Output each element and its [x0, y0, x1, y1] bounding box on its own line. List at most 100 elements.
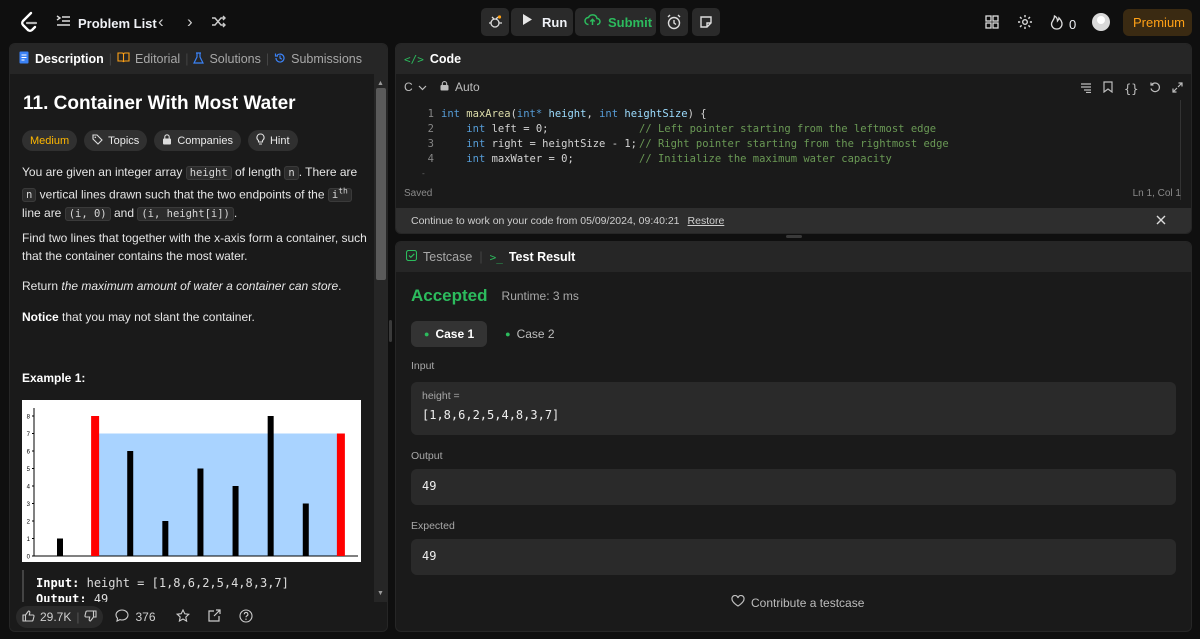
- play-icon: [522, 13, 533, 31]
- hint-label: Hint: [269, 134, 290, 147]
- alarm-clock-icon: [666, 14, 682, 35]
- auto-mode-toggle[interactable]: Auto: [440, 80, 480, 94]
- tab-case-1[interactable]: ● Case 1: [411, 321, 488, 347]
- bar-7: [302, 503, 309, 556]
- run-button[interactable]: Run: [511, 8, 573, 36]
- problem-paragraph-2: Find two lines that together with the x-…: [22, 231, 367, 263]
- chevron-down-icon: [418, 80, 427, 94]
- language-select[interactable]: C: [404, 80, 427, 94]
- example-output: Output: 49: [36, 592, 109, 602]
- tag-row: Medium Topics Companies Hint: [22, 130, 298, 151]
- leetcode-logo-icon[interactable]: [18, 10, 38, 34]
- list-icon: [56, 14, 70, 32]
- save-status: Saved: [404, 188, 433, 199]
- avatar[interactable]: [1092, 13, 1110, 31]
- expand-icon[interactable]: [1172, 80, 1184, 98]
- y-tick-label: 6: [27, 450, 31, 456]
- restore-message: Continue to work on your code from 05/09…: [411, 215, 680, 227]
- tab-case-2[interactable]: ● Case 2: [495, 321, 564, 347]
- case-tabs: ● Case 1 ● Case 2: [411, 321, 565, 347]
- language-label: C: [404, 80, 413, 94]
- topics-button[interactable]: Topics: [84, 130, 148, 151]
- scrollbar-thumb[interactable]: [376, 88, 386, 280]
- contribute-testcase-button[interactable]: Contribute a testcase: [731, 594, 864, 610]
- thumbs-up-icon[interactable]: [22, 609, 35, 625]
- tab-test-result[interactable]: >_ Test Result: [490, 250, 576, 264]
- code-line-4: int maxWater = 0;// Initialize the maxim…: [466, 153, 892, 165]
- editor-toolbar: {}: [1080, 80, 1184, 98]
- topics-label: Topics: [108, 134, 140, 147]
- debug-button[interactable]: [481, 8, 509, 36]
- submit-label: Submit: [608, 14, 653, 30]
- comments-button[interactable]: 376: [115, 609, 156, 625]
- close-icon[interactable]: [1156, 215, 1166, 228]
- horizontal-resize-handle[interactable]: [786, 235, 802, 238]
- help-icon[interactable]: [238, 608, 253, 626]
- panel-resize-handle[interactable]: [389, 320, 392, 342]
- description-panel: Description | Editorial | Solutions | Su…: [9, 43, 388, 632]
- case-1-label: Case 1: [435, 327, 475, 341]
- y-tick-label: 3: [27, 502, 31, 508]
- case-2-label: Case 2: [516, 327, 555, 341]
- book-icon: [117, 52, 130, 66]
- tab-submissions[interactable]: Submissions: [274, 52, 362, 67]
- case-status-dot: ●: [505, 329, 511, 339]
- cloud-upload-icon: [584, 13, 601, 31]
- problem-list-label: Problem List: [78, 15, 157, 31]
- difficulty-badge[interactable]: Medium: [22, 130, 78, 151]
- thumbs-down-icon[interactable]: [84, 609, 98, 625]
- scroll-up-icon[interactable]: ▲: [377, 80, 384, 87]
- bookmark-icon[interactable]: [1103, 80, 1113, 98]
- streak-counter[interactable]: 0: [1050, 14, 1076, 35]
- description-scrollbar[interactable]: ▲ ▼: [374, 74, 387, 602]
- bar-3: [162, 521, 169, 556]
- problem-list-button[interactable]: Problem List: [56, 14, 157, 32]
- next-problem-icon[interactable]: ›: [187, 13, 193, 30]
- tab-solutions[interactable]: Solutions: [193, 51, 261, 67]
- reset-icon[interactable]: [1149, 80, 1161, 98]
- braces-icon[interactable]: {}: [1124, 83, 1138, 95]
- tab-solutions-label: Solutions: [209, 52, 261, 66]
- timer-button[interactable]: [660, 8, 688, 36]
- restore-link[interactable]: Restore: [688, 215, 725, 227]
- scroll-down-icon[interactable]: ▼: [377, 590, 384, 597]
- tab-testcase[interactable]: Testcase: [405, 249, 472, 264]
- accepted-status: Accepted: [411, 286, 488, 305]
- flame-icon: [1050, 14, 1063, 35]
- tab-description[interactable]: Description: [19, 51, 104, 67]
- tab-submissions-label: Submissions: [291, 52, 362, 66]
- input-value: [1,8,6,2,5,4,8,3,7]: [422, 408, 560, 422]
- output-value: 49: [422, 479, 437, 493]
- code-panel: </> Code C Auto {} 1234 - int maxArea(in…: [395, 43, 1192, 234]
- bar-4: [197, 468, 204, 556]
- shuffle-icon[interactable]: [211, 15, 226, 33]
- like-count: 29.7K: [40, 610, 72, 624]
- comment-icon: [115, 609, 130, 625]
- description-content: 11. Container With Most Water Medium Top…: [10, 74, 374, 602]
- share-icon[interactable]: [207, 609, 221, 625]
- gear-icon[interactable]: [1017, 14, 1033, 35]
- y-tick-label: 4: [27, 485, 31, 491]
- layout-grid-icon[interactable]: [985, 15, 999, 34]
- output-label: Output: [411, 450, 443, 462]
- hint-button[interactable]: Hint: [247, 130, 298, 151]
- premium-button[interactable]: Premium: [1123, 9, 1192, 36]
- prev-problem-icon[interactable]: ‹: [158, 13, 164, 30]
- case-status-dot: ●: [424, 329, 430, 339]
- bar-5: [232, 486, 239, 556]
- tab-code[interactable]: Code: [430, 52, 461, 66]
- restore-banner: Continue to work on your code from 05/09…: [396, 208, 1191, 233]
- format-lines-icon[interactable]: [1080, 80, 1092, 98]
- comment-count: 376: [135, 610, 156, 624]
- editor-scrollbar[interactable]: [1180, 100, 1190, 200]
- notes-button[interactable]: [692, 8, 720, 36]
- checkbox-icon: [405, 249, 418, 264]
- top-bar: Problem List ‹ › Run Submit 0 Premium: [0, 0, 1200, 44]
- example-title: Example 1:: [22, 371, 86, 385]
- code-editor[interactable]: int maxArea(int* height, int heightSize)…: [441, 107, 1181, 167]
- submit-button[interactable]: Submit: [575, 8, 656, 36]
- tab-editorial[interactable]: Editorial: [117, 52, 180, 66]
- bar-0: [57, 538, 63, 556]
- companies-button[interactable]: Companies: [154, 130, 241, 151]
- star-icon[interactable]: [175, 608, 190, 625]
